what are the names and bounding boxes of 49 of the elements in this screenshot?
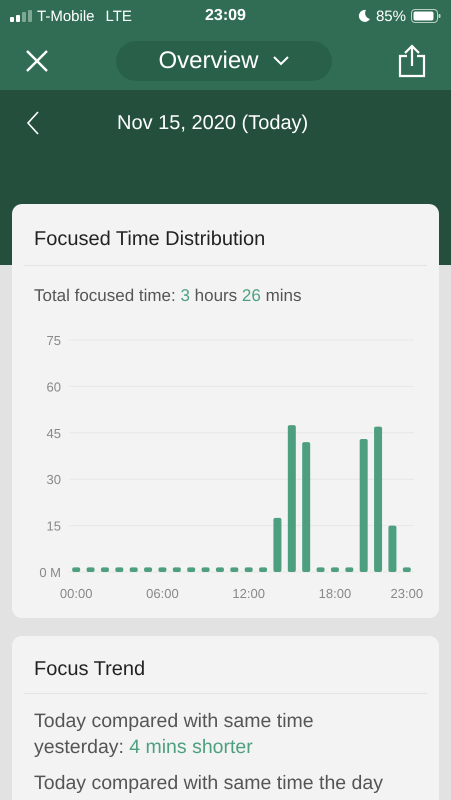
battery-percent: 85% — [376, 8, 406, 24]
bar — [100, 567, 109, 572]
network-type: LTE — [106, 8, 132, 24]
y-axis-label: 30 — [46, 472, 61, 488]
bar — [216, 567, 224, 572]
battery-icon — [410, 9, 441, 23]
date-label: Nov 15, 2020 (Today) — [117, 112, 308, 134]
x-axis-label: 23:00 — [390, 586, 424, 601]
bar — [388, 526, 396, 572]
back-chevron-icon[interactable] — [27, 111, 39, 135]
y-axis-label: 15 — [46, 518, 61, 534]
bar — [86, 567, 95, 572]
signal-icon — [10, 10, 32, 22]
bar — [115, 567, 124, 572]
y-axis-label: 60 — [46, 379, 61, 394]
close-icon[interactable] — [25, 49, 49, 73]
bar — [72, 567, 80, 572]
comparison-text: Today compared with same time the day — [34, 771, 384, 796]
card-title: Focused Time Distribution — [33, 227, 266, 252]
total-focused-time: Total focused time: 3 hours 26 mins — [33, 285, 302, 306]
bar — [402, 567, 411, 572]
bar — [230, 567, 238, 572]
x-axis-label: 06:00 — [146, 586, 179, 601]
bar — [158, 567, 166, 572]
y-axis-label: 45 — [46, 426, 61, 441]
bar — [202, 567, 210, 572]
card-title: Focus Trend — [33, 657, 146, 682]
bar — [259, 567, 268, 572]
moon-icon — [356, 9, 371, 23]
bar — [244, 567, 253, 572]
x-axis-label: 00:00 — [60, 586, 92, 601]
bar — [172, 567, 181, 572]
comparison-text: Today compared with same time yesterday: 4 mins shorter — [34, 709, 315, 760]
x-axis-label: 18:00 — [318, 586, 352, 601]
bar — [273, 518, 282, 572]
y-axis-label: 0 M — [39, 565, 61, 580]
bar — [187, 567, 196, 572]
y-axis-label: 75 — [46, 333, 61, 348]
x-axis-label: 12:00 — [232, 586, 265, 601]
bar — [330, 567, 339, 572]
clock-time: 23:09 — [205, 7, 246, 25]
share-icon[interactable] — [398, 44, 426, 78]
carrier-name: T-Mobile — [37, 8, 95, 24]
bar — [345, 567, 354, 572]
overview-dropdown[interactable]: Overview — [116, 41, 332, 81]
bar — [316, 567, 325, 572]
bar — [130, 567, 138, 572]
chevron-down-icon — [272, 56, 289, 66]
bar — [144, 567, 152, 572]
